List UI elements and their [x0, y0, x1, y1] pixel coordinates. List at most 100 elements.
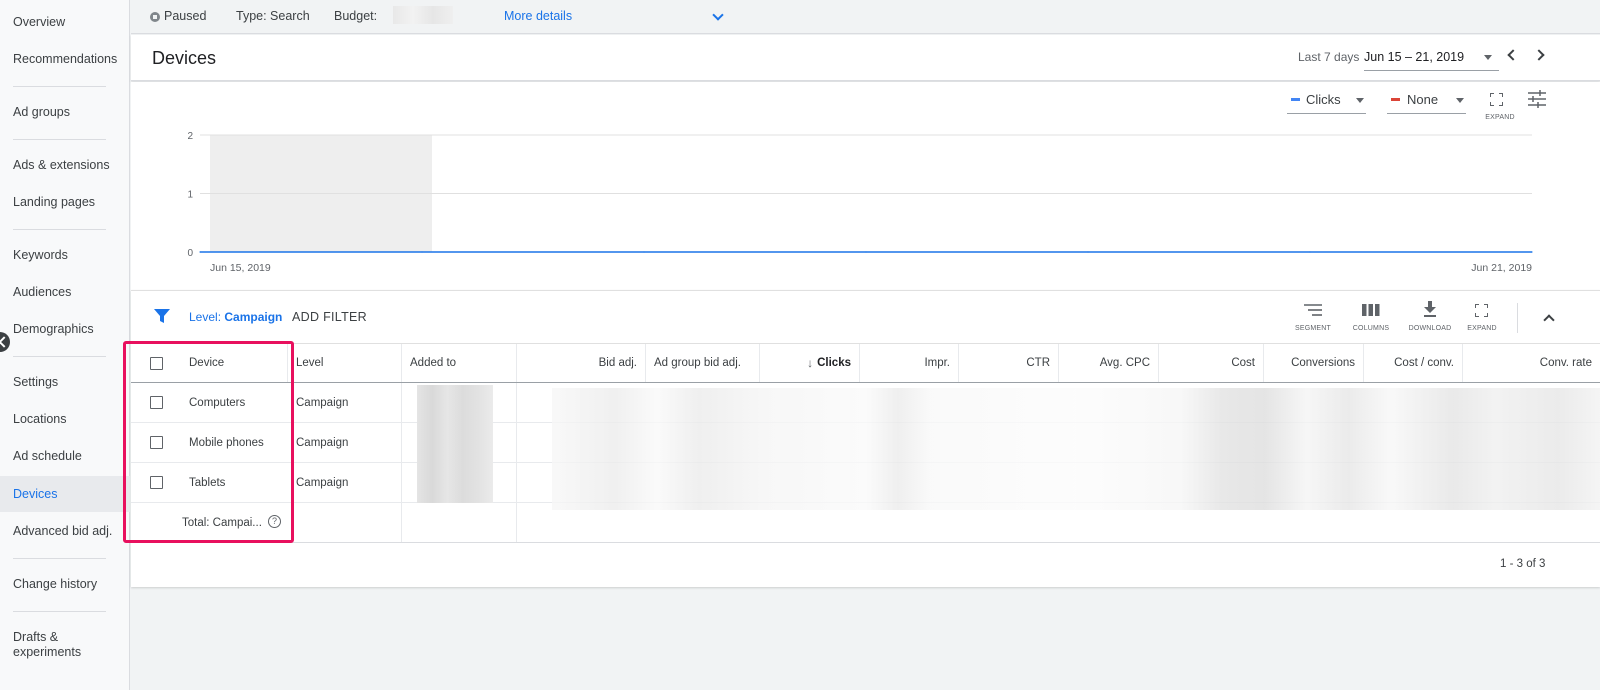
column-header-avg-cpc[interactable]: Avg. CPC	[1059, 344, 1159, 382]
column-header-ctr[interactable]: CTR	[959, 344, 1059, 382]
table-expand-button[interactable]: EXPAND	[1467, 303, 1497, 335]
metrics-redacted	[552, 388, 1600, 510]
budget-value-redacted	[393, 6, 453, 24]
sidebar-item-recommendations[interactable]: Recommendations	[0, 41, 130, 77]
column-header-level[interactable]: Level	[288, 344, 402, 382]
added-to-redacted	[417, 385, 493, 503]
select-all-checkbox[interactable]	[150, 357, 163, 370]
column-header-device-label: Device	[189, 357, 225, 369]
sort-down-icon: ↓	[807, 356, 814, 370]
sidebar-divider	[13, 229, 106, 230]
level-cell: Campaign	[288, 423, 402, 462]
y-tick-label: 0	[187, 248, 193, 259]
page-title: Devices	[152, 48, 217, 68]
column-header-cost[interactable]: Cost	[1159, 344, 1264, 382]
chevron-up-icon[interactable]	[1543, 314, 1555, 326]
campaign-type: Type: Search	[236, 9, 310, 23]
sidebar-item-keywords[interactable]: Keywords	[0, 237, 130, 273]
sidebar-item-ad-groups[interactable]: Ad groups	[0, 94, 130, 130]
device-cell: Tablets	[131, 463, 288, 502]
total-level-cell	[288, 503, 402, 542]
data-point	[199, 251, 201, 253]
sidebar-item-demographics[interactable]: Demographics	[0, 311, 130, 347]
sidebar-item-locations[interactable]: Locations	[0, 401, 130, 437]
more-details-link[interactable]: More details	[504, 9, 572, 23]
date-range-label: Last 7 days	[1298, 50, 1360, 64]
data-point	[1309, 251, 1311, 253]
chevron-left-icon[interactable]	[1507, 49, 1519, 61]
sidebar-item-audiences[interactable]: Audiences	[0, 274, 130, 310]
level-cell: Campaign	[288, 463, 402, 502]
sidebar-item-devices[interactable]: Devices	[0, 476, 130, 512]
data-point	[865, 251, 867, 253]
sidebar-divider	[13, 86, 106, 87]
columns-label: COLUMNS	[1352, 325, 1390, 332]
x-tick-label: Jun 21, 2019	[1471, 262, 1532, 274]
column-header-added-to[interactable]: Added to	[402, 344, 517, 382]
add-filter-button[interactable]: ADD FILTER	[292, 310, 367, 324]
filter-icon[interactable]	[153, 308, 171, 324]
column-header-device[interactable]: Device	[131, 344, 288, 382]
column-header-bid-adj[interactable]: Bid adj.	[517, 344, 646, 382]
caret-down-icon	[1484, 55, 1492, 60]
column-header-conv-rate[interactable]: Conv. rate	[1463, 344, 1600, 382]
data-point	[421, 251, 423, 253]
page-header: Devices Last 7 days Jun 15 – 21, 2019	[131, 35, 1600, 81]
sidebar-item-overview[interactable]: Overview	[0, 4, 130, 40]
row-checkbox[interactable]	[150, 436, 163, 449]
device-name: Mobile phones	[189, 436, 264, 449]
sidebar-item-settings[interactable]: Settings	[0, 364, 130, 400]
column-header-ad-group-bid-adj[interactable]: Ad group bid adj.	[646, 344, 760, 382]
clicks-line-chart: 0 1 2 Jun 15, 2019 Jun 21, 2019	[187, 131, 1533, 274]
sidebar-item-ad-schedule[interactable]: Ad schedule	[0, 438, 130, 474]
sidebar-item-change-history[interactable]: Change history	[0, 566, 130, 602]
row-checkbox[interactable]	[150, 396, 163, 409]
device-name: Tablets	[189, 476, 226, 489]
sidebar-nav: Overview Recommendations Ad groups Ads &…	[0, 0, 130, 690]
download-button[interactable]: DOWNLOAD	[1409, 301, 1451, 335]
device-name: Computers	[189, 396, 246, 409]
total-added-to-cell	[402, 503, 517, 542]
help-icon[interactable]: ?	[268, 515, 281, 528]
y-tick-label: 1	[187, 190, 193, 201]
level-cell: Campaign	[288, 383, 402, 422]
table-expand-label: EXPAND	[1467, 325, 1497, 332]
column-header-clicks-label: Clicks	[817, 357, 851, 369]
download-label: DOWNLOAD	[1408, 325, 1452, 332]
total-label: Total: Campai...	[182, 516, 262, 529]
column-header-impr[interactable]: Impr.	[860, 344, 959, 382]
performance-chart-panel: Clicks None EXPAND 0 1 2 Jun 15, 2019 Jun 21…	[131, 82, 1600, 290]
level-filter-chip[interactable]: Level: Campaign	[189, 310, 282, 324]
sidebar-divider	[13, 356, 106, 357]
sidebar-divider	[13, 139, 106, 140]
date-range-select[interactable]: Jun 15 – 21, 2019	[1364, 43, 1499, 71]
chevron-right-icon[interactable]	[1533, 49, 1545, 61]
column-header-cost-per-conv[interactable]: Cost / conv.	[1364, 344, 1463, 382]
toolbar-divider	[1517, 303, 1518, 333]
x-tick-label: Jun 15, 2019	[210, 262, 271, 274]
pagination-text: 1 - 3 of 3	[1500, 558, 1546, 570]
column-header-clicks[interactable]: ↓ Clicks	[760, 344, 860, 382]
level-prefix: Level:	[189, 310, 222, 324]
sidebar-item-drafts-experiments[interactable]: Drafts & experiments	[0, 625, 100, 665]
segment-button[interactable]: SEGMENT	[1295, 303, 1331, 335]
segment-icon	[1304, 304, 1322, 316]
sidebar-divider	[13, 611, 106, 612]
device-cell: Mobile phones	[131, 423, 288, 462]
row-checkbox[interactable]	[150, 476, 163, 489]
column-header-conversions[interactable]: Conversions	[1264, 344, 1364, 382]
sidebar-item-landing-pages[interactable]: Landing pages	[0, 184, 130, 220]
date-range-value: Jun 15 – 21, 2019	[1364, 50, 1465, 64]
data-point	[1531, 251, 1533, 253]
columns-icon	[1362, 304, 1380, 316]
device-cell: Computers	[131, 383, 288, 422]
sidebar-item-advanced-bid-adj[interactable]: Advanced bid adj.	[0, 513, 130, 549]
sidebar-item-ads-extensions[interactable]: Ads & extensions	[0, 147, 130, 183]
table-header-row: Device Level Added to Bid adj. Ad group …	[131, 343, 1600, 383]
columns-button[interactable]: COLUMNS	[1353, 303, 1389, 335]
data-point	[643, 251, 645, 253]
data-point	[1087, 251, 1089, 253]
total-cell: Total: Campai... ?	[131, 503, 288, 542]
chevron-down-icon[interactable]	[712, 9, 724, 21]
expand-icon	[1475, 304, 1488, 317]
